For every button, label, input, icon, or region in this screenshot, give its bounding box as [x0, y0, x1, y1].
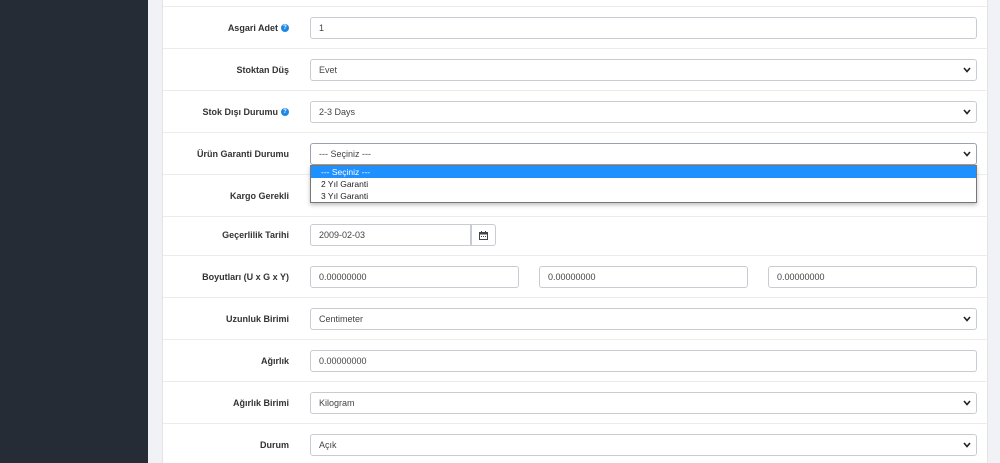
- length-class-label: Uzunluk Birimi: [225, 314, 289, 324]
- subtract-stock-row: Stoktan Düş Evet: [163, 49, 987, 91]
- date-available-input[interactable]: 2009-02-03: [310, 224, 471, 246]
- chevron-down-icon: [963, 60, 973, 80]
- calendar-icon: [479, 231, 488, 240]
- date-available-label: Geçerlilik Tarihi: [222, 230, 289, 240]
- min-quantity-input[interactable]: 1: [310, 17, 977, 39]
- warranty-value: --- Seçiniz ---: [319, 149, 371, 159]
- subtract-stock-label: Stoktan Düş: [236, 65, 289, 75]
- length-class-row: Uzunluk Birimi Centimeter: [163, 298, 987, 340]
- height-input[interactable]: 0.00000000: [768, 266, 977, 288]
- dimensions-row: Boyutları (U x G x Y) 0.00000000 0.00000…: [163, 256, 987, 298]
- dropdown-option[interactable]: 3 Yıl Garanti: [311, 190, 976, 202]
- out-of-stock-row: Stok Dışı Durumu? 2-3 Days: [163, 91, 987, 133]
- question-circle-icon[interactable]: ?: [281, 107, 289, 116]
- warranty-label: Ürün Garanti Durumu: [196, 149, 289, 159]
- subtract-stock-select[interactable]: Evet: [310, 59, 977, 81]
- min-quantity-row: Asgari Adet? 1: [163, 7, 987, 49]
- weight-row: Ağırlık 0.00000000: [163, 340, 987, 382]
- min-quantity-label-wrap: Asgari Adet?: [228, 7, 289, 49]
- question-circle-icon[interactable]: ?: [281, 23, 289, 32]
- dropdown-option[interactable]: --- Seçiniz ---: [311, 166, 976, 178]
- min-quantity-label: Asgari Adet: [227, 23, 278, 33]
- date-available-row: Geçerlilik Tarihi 2009-02-03: [163, 214, 987, 256]
- weight-class-value: Kilogram: [319, 398, 355, 408]
- status-row: Durum Açık: [163, 424, 987, 463]
- length-input[interactable]: 0.00000000: [310, 266, 519, 288]
- width-input[interactable]: 0.00000000: [539, 266, 748, 288]
- status-label: Durum: [260, 440, 289, 450]
- out-of-stock-label-wrap: Stok Dışı Durumu?: [202, 91, 289, 133]
- chevron-down-icon: [963, 309, 973, 329]
- calendar-button[interactable]: [471, 224, 496, 246]
- chevron-down-icon: [963, 435, 973, 455]
- length-class-select[interactable]: Centimeter: [310, 308, 977, 330]
- length-class-value: Centimeter: [319, 314, 364, 324]
- warranty-dropdown-list: --- Seçiniz --- 2 Yıl Garanti 3 Yıl Gara…: [310, 165, 977, 203]
- weight-class-label: Ağırlık Birimi: [232, 398, 289, 408]
- out-of-stock-select[interactable]: 2-3 Days: [310, 101, 977, 123]
- product-data-form: Asgari Adet? 1 Stoktan Düş Evet Stok Dış…: [162, 0, 988, 463]
- weight-input[interactable]: 0.00000000: [310, 350, 977, 372]
- weight-class-row: Ağırlık Birimi Kilogram: [163, 382, 987, 424]
- shipping-required-label: Kargo Gerekli: [229, 191, 289, 201]
- chevron-down-icon: [963, 393, 973, 413]
- out-of-stock-value: 2-3 Days: [319, 107, 356, 117]
- subtract-stock-value: Evet: [319, 65, 338, 75]
- weight-class-select[interactable]: Kilogram: [310, 392, 977, 414]
- dropdown-option[interactable]: 2 Yıl Garanti: [311, 178, 976, 190]
- status-select[interactable]: Açık: [310, 434, 977, 456]
- form-top-divider: [163, 0, 987, 7]
- sidebar: [0, 0, 148, 463]
- out-of-stock-label: Stok Dışı Durumu: [202, 107, 278, 117]
- weight-label: Ağırlık: [260, 356, 289, 366]
- status-value: Açık: [319, 440, 337, 450]
- chevron-down-icon: [963, 144, 973, 164]
- dimensions-label: Boyutları (U x G x Y): [202, 272, 289, 282]
- warranty-select[interactable]: --- Seçiniz ---: [310, 143, 977, 165]
- chevron-down-icon: [963, 102, 973, 122]
